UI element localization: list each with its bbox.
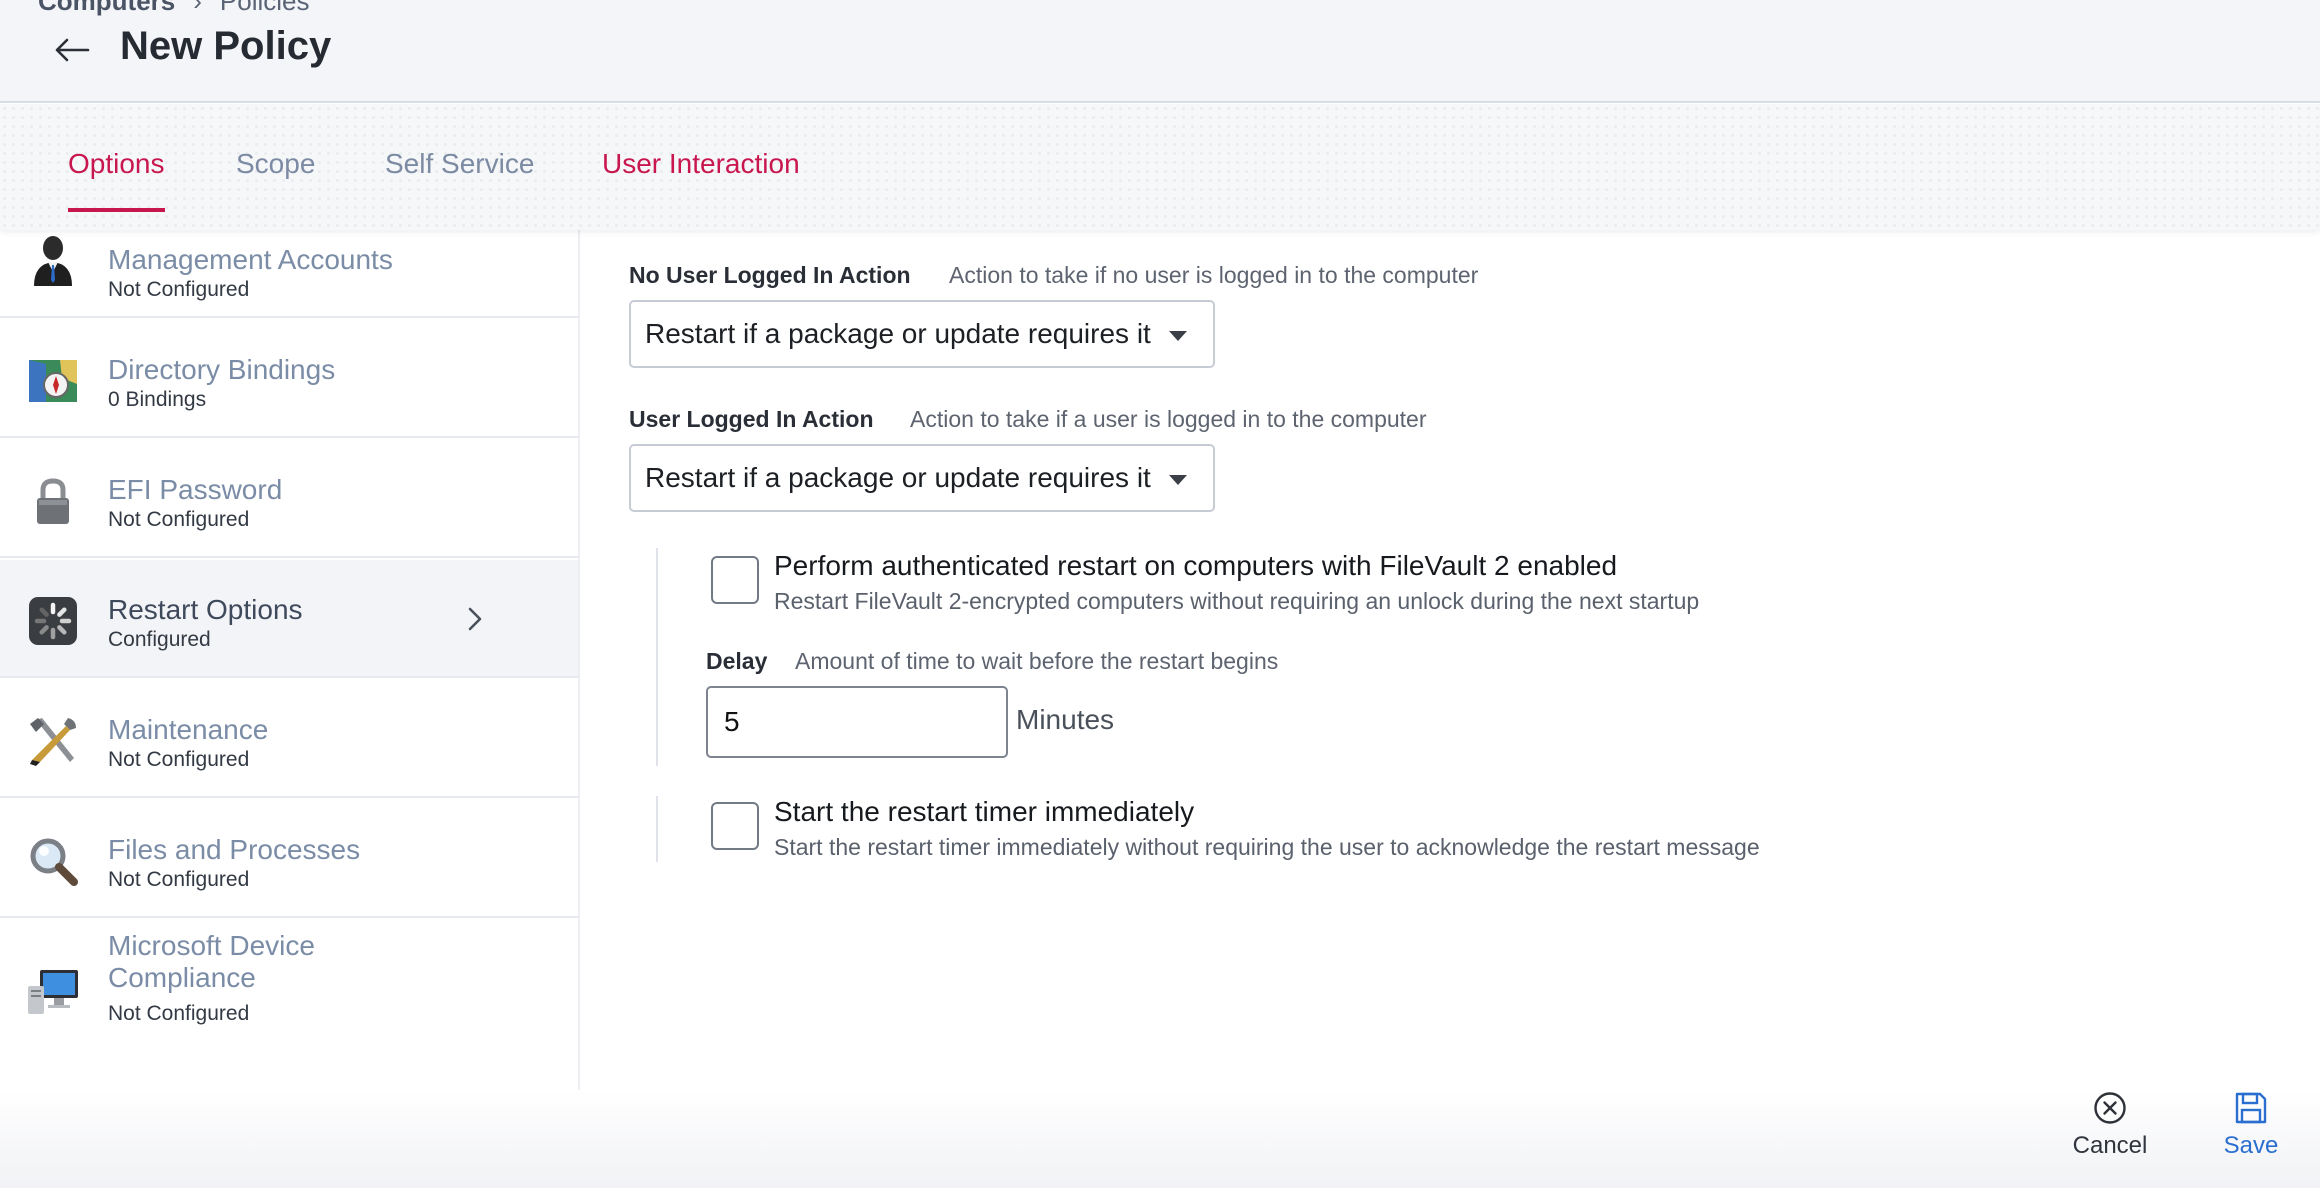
sidebar-item-status: Configured bbox=[108, 628, 211, 651]
sidebar-item-status: 0 Bindings bbox=[108, 388, 207, 411]
user-action-label: User Logged In Action bbox=[629, 406, 874, 432]
computer-icon bbox=[28, 970, 78, 1014]
delay-input[interactable]: 5 bbox=[706, 686, 1008, 758]
tools-icon bbox=[30, 718, 76, 766]
tab-options[interactable]: Options bbox=[68, 148, 165, 212]
sidebar-item-title: Management Accounts bbox=[108, 244, 393, 275]
delay-help: Amount of time to wait before the restar… bbox=[795, 648, 1279, 674]
page-header: Computers › Policies New Policy bbox=[0, 0, 2320, 103]
no-user-action-help: Action to take if no user is logged in t… bbox=[949, 262, 1479, 288]
filevault-checkbox[interactable] bbox=[711, 556, 759, 604]
filevault-help: Restart FileVault 2-encrypted computers … bbox=[774, 588, 1700, 614]
sidebar-item-status: Not Configured bbox=[108, 1002, 250, 1025]
tab-bar: Options Scope Self Service User Interact… bbox=[0, 104, 2320, 230]
tab-user-interaction[interactable]: User Interaction bbox=[602, 148, 800, 208]
start-timer-checkbox[interactable] bbox=[711, 802, 759, 850]
option-group-divider bbox=[656, 796, 658, 862]
chevron-right-icon bbox=[468, 607, 482, 631]
breadcrumb: Computers › Policies bbox=[38, 0, 310, 17]
sidebar-item-microsoft-device-compliance[interactable]: Microsoft Device Compliance Not Configur… bbox=[0, 920, 578, 1060]
sidebar-item-directory-bindings[interactable]: Directory Bindings 0 Bindings bbox=[0, 320, 578, 438]
sidebar-item-management-accounts[interactable]: Management Accounts Not Configured bbox=[0, 230, 578, 318]
person-icon bbox=[34, 236, 72, 286]
sidebar-item-status: Not Configured bbox=[108, 508, 250, 531]
breadcrumb-separator: › bbox=[193, 0, 202, 16]
caret-down-icon bbox=[1169, 331, 1187, 341]
sidebar-item-restart-options[interactable]: Restart Options Configured bbox=[0, 560, 578, 678]
option-group-divider bbox=[656, 548, 658, 766]
tab-self-service[interactable]: Self Service bbox=[385, 148, 534, 208]
back-button[interactable] bbox=[50, 28, 94, 72]
back-arrow-icon bbox=[55, 38, 90, 62]
sidebar: Management Accounts Not Configured Direc… bbox=[0, 230, 580, 1090]
breadcrumb-policies[interactable]: Policies bbox=[220, 0, 310, 17]
magnifier-icon bbox=[30, 838, 78, 886]
no-user-action-label: No User Logged In Action bbox=[629, 262, 911, 288]
sidebar-item-title: Directory Bindings bbox=[108, 354, 336, 385]
save-button[interactable]: Save bbox=[2214, 1090, 2288, 1180]
sidebar-item-title: Files and Processes bbox=[108, 834, 361, 865]
sidebar-item-efi-password[interactable]: EFI Password Not Configured bbox=[0, 440, 578, 558]
sidebar-item-title: Restart Options bbox=[108, 594, 303, 625]
page-title: New Policy bbox=[120, 24, 332, 68]
sidebar-item-title: Microsoft Device Compliance bbox=[108, 930, 315, 993]
save-disk-icon bbox=[2235, 1092, 2267, 1124]
user-action-select[interactable]: Restart if a package or update requires … bbox=[629, 444, 1215, 512]
cancel-button[interactable]: Cancel bbox=[2068, 1090, 2152, 1180]
cancel-circle-icon bbox=[2094, 1092, 2126, 1124]
sidebar-item-status: Not Configured bbox=[108, 748, 250, 771]
user-action-value: Restart if a package or update requires … bbox=[645, 462, 1151, 493]
filevault-title: Perform authenticated restart on compute… bbox=[774, 550, 1618, 581]
restart-options-panel: No User Logged In Action Action to take … bbox=[582, 230, 2320, 1090]
sidebar-item-files-and-processes[interactable]: Files and Processes Not Configured bbox=[0, 800, 578, 918]
action-footer: Cancel Save bbox=[0, 1090, 2320, 1188]
sidebar-item-title: EFI Password bbox=[108, 474, 283, 505]
delay-label: Delay bbox=[706, 648, 768, 674]
cancel-label: Cancel bbox=[2072, 1132, 2148, 1159]
breadcrumb-computers[interactable]: Computers bbox=[38, 0, 175, 17]
caret-down-icon bbox=[1169, 475, 1187, 485]
start-timer-help: Start the restart timer immediately with… bbox=[774, 834, 1760, 860]
save-label: Save bbox=[2223, 1132, 2279, 1159]
no-user-action-value: Restart if a package or update requires … bbox=[645, 318, 1151, 349]
restart-spinner-icon bbox=[29, 597, 77, 645]
sidebar-item-title: Maintenance bbox=[108, 714, 269, 745]
sidebar-item-status: Not Configured bbox=[108, 278, 250, 301]
sidebar-item-status: Not Configured bbox=[108, 868, 250, 891]
map-compass-icon bbox=[29, 360, 77, 402]
start-timer-title: Start the restart timer immediately bbox=[774, 796, 1195, 827]
sidebar-item-maintenance[interactable]: Maintenance Not Configured bbox=[0, 680, 578, 798]
padlock-icon bbox=[37, 478, 69, 524]
tab-scope[interactable]: Scope bbox=[236, 148, 315, 208]
no-user-action-select[interactable]: Restart if a package or update requires … bbox=[629, 300, 1215, 368]
user-action-help: Action to take if a user is logged in to… bbox=[910, 406, 1427, 432]
delay-unit-label: Minutes bbox=[1016, 704, 1115, 735]
